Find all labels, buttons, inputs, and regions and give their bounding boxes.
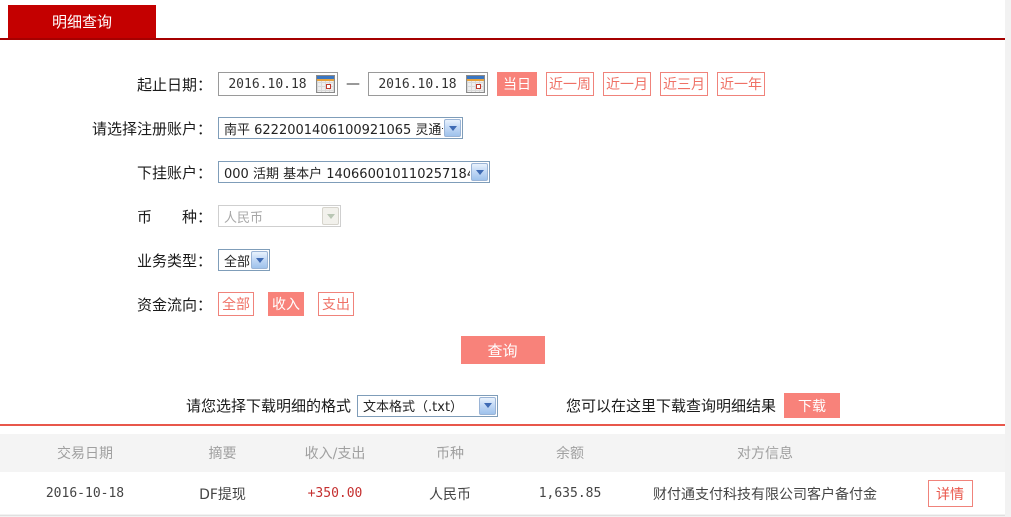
chevron-down-icon — [251, 251, 268, 269]
cell-summary: DF提现 — [199, 486, 246, 503]
currency-select: 人民币 — [218, 205, 341, 227]
end-date-value: 2016.10.18 — [378, 76, 457, 92]
register-account-value: 南平 6222001406100921065 灵通卡 — [224, 122, 443, 138]
detail-query-page: 明细查询 起止日期： 2016.10.18 — 2016.10.18 当日 近一… — [0, 0, 1011, 517]
end-date-input[interactable]: 2016.10.18 — [368, 72, 488, 96]
chevron-down-icon — [322, 207, 339, 225]
business-type-label: 业务类型： — [136, 251, 212, 270]
sub-account-label: 下挂账户： — [136, 163, 212, 182]
register-account-label: 请选择注册账户： — [91, 119, 212, 138]
download-hint: 您可以在这里下载查询明细结果 — [566, 397, 777, 415]
chevron-down-icon — [444, 119, 461, 137]
cell-date: 2016-10-18 — [45, 486, 125, 501]
currency-row: 币 种： 人民币 — [0, 204, 1005, 228]
cell-currency: 人民币 — [429, 486, 471, 503]
start-date-value: 2016.10.18 — [228, 76, 307, 92]
col-header-amount: 收入/支出 — [304, 446, 366, 462]
quick-today-button[interactable]: 当日 — [497, 72, 537, 96]
fund-flow-label: 资金流向： — [136, 295, 212, 314]
date-range-label: 起止日期： — [136, 75, 212, 94]
tab-bar: 明细查询 — [0, 0, 1005, 40]
cell-actions: 详情 — [895, 480, 1005, 507]
quick-year-button[interactable]: 近一年 — [717, 72, 765, 96]
cell-balance: 1,635.85 — [538, 486, 602, 501]
start-date-input[interactable]: 2016.10.18 — [218, 72, 338, 96]
quick-week-button[interactable]: 近一周 — [546, 72, 594, 96]
calendar-icon[interactable] — [466, 75, 485, 93]
sub-account-select[interactable]: 000 活期 基本户 1406600101102571848 — [218, 161, 490, 183]
currency-value: 人民币 — [224, 210, 264, 226]
table-header-row: 交易日期 摘要 收入/支出 币种 余额 对方信息 — [0, 434, 1005, 472]
tab-detail-query[interactable]: 明细查询 — [8, 5, 156, 38]
cell-amount: +350.00 — [307, 486, 363, 501]
fund-flow-all-button[interactable]: 全部 — [218, 292, 254, 316]
download-button[interactable]: 下载 — [784, 393, 841, 418]
date-separator: — — [346, 76, 360, 92]
col-header-balance: 余额 — [556, 446, 584, 462]
content-panel: 明细查询 起止日期： 2016.10.18 — 2016.10.18 当日 近一… — [0, 0, 1005, 516]
fund-flow-row: 资金流向： 全部 收入 支出 — [0, 292, 1005, 316]
fund-flow-income-button[interactable]: 收入 — [268, 292, 304, 316]
calendar-icon[interactable] — [316, 75, 335, 93]
chevron-down-icon — [479, 396, 497, 415]
register-account-select[interactable]: 南平 6222001406100921065 灵通卡 — [218, 117, 463, 139]
quick-quarter-button[interactable]: 近三月 — [660, 72, 708, 96]
table-row: 2016-10-18 DF提现 +350.00 人民币 1,635.85 财付通… — [0, 472, 1005, 516]
col-header-summary: 摘要 — [208, 446, 237, 462]
chevron-down-icon — [471, 163, 488, 181]
download-row: 请您选择下载明细的格式 文本格式（.txt） 您可以在这里下载查询明细结果 下载 — [186, 393, 1005, 418]
query-button-row: 查询 — [0, 336, 1005, 364]
quick-month-button[interactable]: 近一月 — [603, 72, 651, 96]
col-header-currency: 币种 — [436, 446, 464, 462]
business-type-select[interactable]: 全部 — [218, 249, 270, 271]
fund-flow-expense-button[interactable]: 支出 — [318, 292, 354, 316]
register-account-row: 请选择注册账户： 南平 6222001406100921065 灵通卡 — [0, 116, 1005, 140]
query-form: 起止日期： 2016.10.18 — 2016.10.18 当日 近一周 近一月… — [0, 40, 1005, 364]
business-type-value: 全部 — [224, 254, 250, 270]
section-divider — [0, 424, 1005, 426]
currency-label: 币 种： — [136, 207, 212, 226]
detail-button[interactable]: 详情 — [927, 480, 973, 507]
sub-account-value: 000 活期 基本户 1406600101102571848 — [224, 166, 470, 182]
col-header-counterparty: 对方信息 — [737, 446, 793, 462]
download-format-label: 请您选择下载明细的格式 — [186, 397, 352, 415]
results-table: 交易日期 摘要 收入/支出 币种 余额 对方信息 2016-10-18 DF提现… — [0, 434, 1005, 516]
col-header-date: 交易日期 — [57, 446, 113, 462]
download-format-value: 文本格式（.txt） — [363, 400, 464, 415]
sub-account-row: 下挂账户： 000 活期 基本户 1406600101102571848 — [0, 160, 1005, 184]
date-range-row: 起止日期： 2016.10.18 — 2016.10.18 当日 近一周 近一月… — [0, 72, 1005, 96]
download-format-select[interactable]: 文本格式（.txt） — [357, 394, 499, 417]
cell-counterparty: 财付通支付科技有限公司客户备付金 — [653, 486, 877, 503]
business-type-row: 业务类型： 全部 — [0, 248, 1005, 272]
query-button[interactable]: 查询 — [460, 336, 545, 364]
